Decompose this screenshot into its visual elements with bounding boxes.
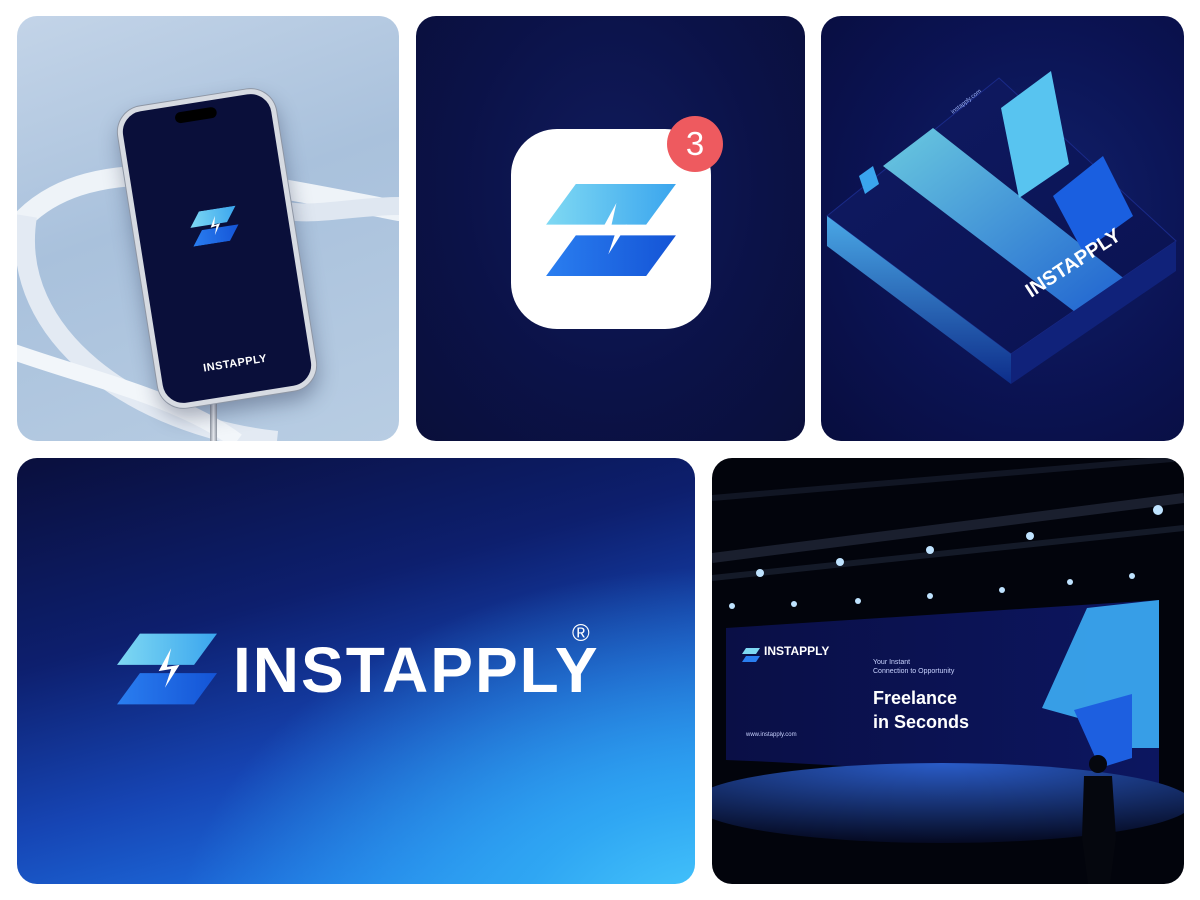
phone-brand-label: INSTAPPLY [202,352,268,375]
phone-mockup-tile: INSTAPPLY [17,16,399,441]
screen-tagline-2: Connection to Opportunity [873,668,955,675]
screen-url: www.instapply.com [746,732,797,738]
screen-headline-2: in Seconds [873,712,970,732]
screen-tagline-1: Your Instant [873,659,911,666]
screen-headline-1: Freelance [873,688,958,708]
app-icon-tile: 3 [416,16,805,441]
isometric-box: INSTAPPLY instapply.com [826,71,1177,384]
instapply-logo-icon [546,184,676,276]
registered-mark: ® [572,620,590,647]
screen-brand: INSTAPPLY [764,644,830,658]
stage-presentation-tile: INSTAPPLY Your Instant Connection to Opp… [712,458,1184,884]
instapply-logo-icon [117,633,217,705]
instapply-logo-icon [190,205,239,247]
logo-lockup-tile: INSTAPPLY ® [17,458,695,884]
dynamic-island [174,106,218,124]
brand-wordmark: INSTAPPLY [233,634,600,706]
box-packaging-tile: INSTAPPLY instapply.com [821,16,1184,441]
notification-badge: 3 [667,116,723,172]
